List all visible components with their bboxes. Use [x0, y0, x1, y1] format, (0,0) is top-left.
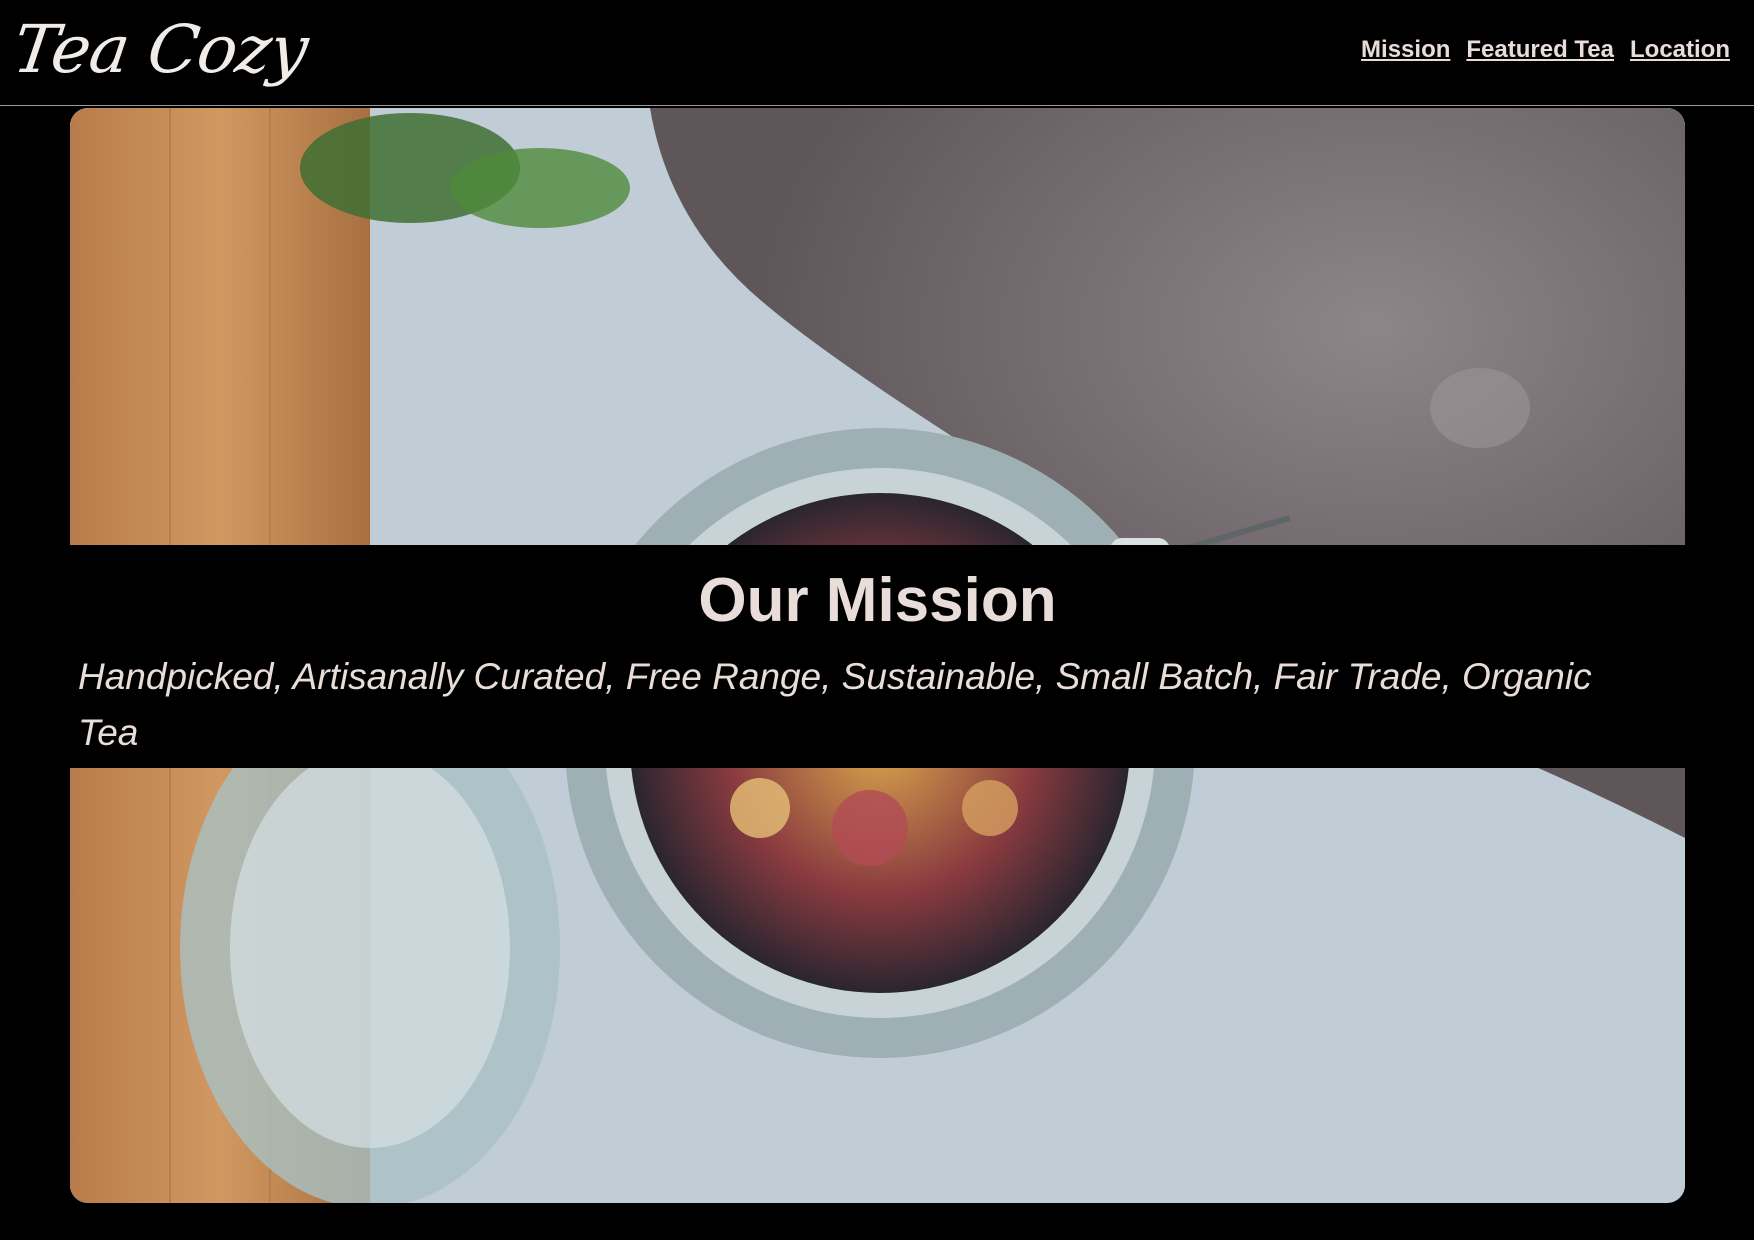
- mission-heading: Our Mission: [698, 566, 1057, 635]
- site-header: Tea Cozy Mission Featured Tea Location: [0, 0, 1754, 106]
- nav-link-featured-tea[interactable]: Featured Tea: [1466, 36, 1614, 64]
- logo[interactable]: Tea Cozy: [7, 0, 314, 100]
- mission-banner: Our Mission Handpicked, Artisanally Cura…: [70, 545, 1685, 768]
- nav-link-mission[interactable]: Mission: [1361, 36, 1450, 64]
- mission-statement: Handpicked, Artisanally Curated, Free Ra…: [78, 656, 1592, 753]
- nav-link-location[interactable]: Location: [1630, 36, 1730, 64]
- main-nav: Mission Featured Tea Location: [1361, 36, 1730, 64]
